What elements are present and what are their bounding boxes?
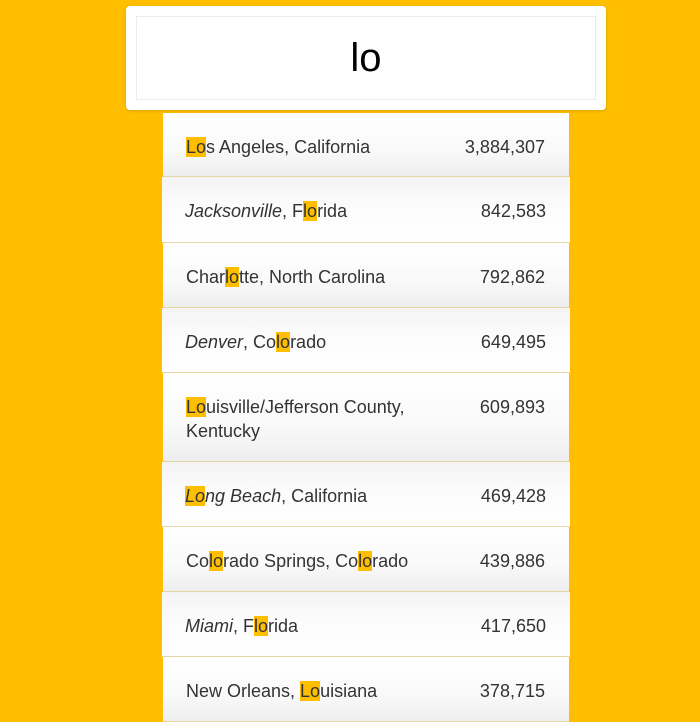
name-segment: , F <box>233 616 254 636</box>
name-segment: Char <box>186 267 226 287</box>
name-segment: uisville/Jefferson County, Kentucky <box>186 397 405 441</box>
match-highlight: Lo <box>186 397 207 417</box>
result-row[interactable]: Los Angeles, California 3,884,307 <box>163 113 569 177</box>
result-city-name: Long Beach, California <box>185 484 445 508</box>
match-highlight: Lo <box>300 681 321 701</box>
result-city-name: Louisville/Jefferson County, Kentucky <box>186 395 446 443</box>
name-segment: s Angeles, California <box>206 137 371 157</box>
name-segment: , F <box>282 201 304 221</box>
name-segment: , Co <box>243 332 277 352</box>
result-city-name: New Orleans, Louisiana <box>186 679 446 703</box>
result-city-name: Denver, Colorado <box>185 330 445 354</box>
result-population: 378,715 <box>479 681 545 701</box>
name-segment: ng Beach <box>205 486 282 506</box>
result-city-name: Colorado Springs, Colorado <box>186 549 446 573</box>
search-input[interactable] <box>136 16 596 100</box>
result-population: 649,495 <box>480 332 546 352</box>
result-population: 842,583 <box>480 201 546 221</box>
match-highlight: lo <box>225 267 240 287</box>
name-segment: rado <box>290 332 327 352</box>
name-segment: Denver <box>185 332 244 352</box>
result-city-name: Los Angeles, California <box>186 135 446 159</box>
result-population: 417,650 <box>480 616 546 636</box>
result-row[interactable]: Colorado Springs, Colorado 439,886 <box>163 527 569 592</box>
name-segment: rida <box>317 201 348 221</box>
match-highlight: lo <box>254 616 269 636</box>
name-segment: Co <box>186 551 210 571</box>
result-row[interactable]: Charlotte, North Carolina 792,862 <box>163 243 569 308</box>
result-city-name: Jacksonville, Florida <box>185 199 445 223</box>
name-segment: Jacksonville <box>185 201 283 221</box>
result-row[interactable]: Miami, Florida 417,650 <box>162 592 570 657</box>
match-highlight: Lo <box>185 486 206 506</box>
result-population: 3,884,307 <box>464 137 545 157</box>
name-segment: New Orleans, <box>186 681 301 701</box>
result-population: 609,893 <box>479 397 545 417</box>
name-segment: rida <box>268 616 299 636</box>
result-row[interactable]: New Orleans, Louisiana 378,715 <box>163 657 569 722</box>
match-highlight: lo <box>303 201 318 221</box>
match-highlight: Lo <box>186 137 207 157</box>
match-highlight: lo <box>209 551 224 571</box>
result-row[interactable]: Long Beach, California 469,428 <box>162 462 570 527</box>
match-highlight: lo <box>276 332 291 352</box>
name-segment: rado <box>372 551 409 571</box>
name-segment: , California <box>281 486 368 506</box>
name-segment: tte, North Carolina <box>239 267 386 287</box>
result-city-name: Charlotte, North Carolina <box>186 265 446 289</box>
result-city-name: Miami, Florida <box>185 614 445 638</box>
search-card <box>126 6 606 110</box>
name-segment: Miami <box>185 616 233 636</box>
result-population: 439,886 <box>479 551 545 571</box>
result-row[interactable]: Denver, Colorado 649,495 <box>162 308 570 373</box>
results-list: Los Angeles, California 3,884,307 Jacksonv… <box>0 113 700 722</box>
match-highlight: lo <box>358 551 373 571</box>
result-row[interactable]: Louisville/Jefferson County, Kentucky 609… <box>163 373 569 462</box>
result-row[interactable]: Jacksonville, Florida 842,583 <box>162 177 570 243</box>
result-population: 469,428 <box>480 486 546 506</box>
result-population: 792,862 <box>479 267 545 287</box>
name-segment: rado Springs, Co <box>223 551 359 571</box>
name-segment: uisiana <box>320 681 378 701</box>
